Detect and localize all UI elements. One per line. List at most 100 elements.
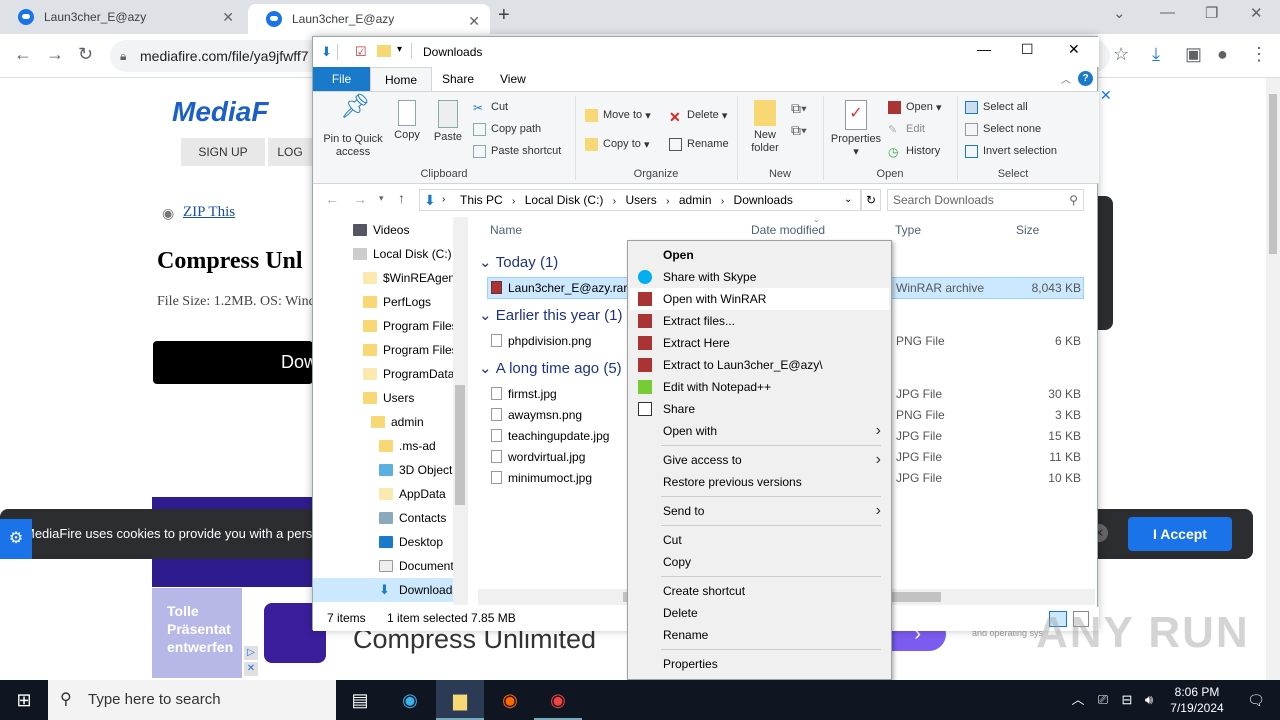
column-size[interactable]: Size bbox=[1016, 223, 1039, 237]
menu-item-restore-versions[interactable]: Restore previous versions bbox=[630, 471, 889, 493]
recent-locations-icon[interactable]: ▾ bbox=[379, 193, 384, 204]
back-icon[interactable]: ← bbox=[14, 44, 32, 65]
edge-icon[interactable]: ◉ bbox=[386, 680, 434, 720]
menu-item-extract-to[interactable]: Extract to Laun3cher_E@azy\ bbox=[630, 354, 889, 376]
collapse-ribbon-icon[interactable]: ︿ bbox=[1061, 71, 1071, 86]
explorer-search-input[interactable]: Search Downloads ⚲ bbox=[887, 189, 1084, 211]
menu-item-open-winrar[interactable]: Open with WinRAR bbox=[630, 288, 889, 310]
nav-item-downloads[interactable]: ⬇ Downloads bbox=[313, 578, 458, 602]
column-type[interactable]: Type bbox=[895, 223, 921, 237]
new-tab-icon[interactable]: + bbox=[498, 4, 510, 27]
bookmark-star-icon[interactable]: ☆ bbox=[1113, 44, 1129, 65]
maximize-icon[interactable]: ☐ bbox=[1021, 41, 1034, 58]
ribbon-tab-file[interactable]: File bbox=[313, 67, 370, 91]
ribbon-tab-share[interactable]: Share bbox=[428, 67, 488, 91]
delete-button[interactable]: ✕ Delete ▾ bbox=[669, 106, 727, 125]
open-button[interactable]: Open ▾ bbox=[888, 98, 942, 116]
ribbon-tab-home[interactable]: Home bbox=[370, 67, 433, 92]
nav-item-videos[interactable]: Videos bbox=[353, 218, 409, 242]
file-row-name[interactable]: teachingupdate.jpg bbox=[491, 425, 609, 446]
nav-item-ms-ad[interactable]: .ms-ad bbox=[379, 434, 436, 458]
file-row-name[interactable]: Laun3cher_E@azy.rar bbox=[491, 277, 627, 298]
file-row-name[interactable]: wordvirtual.jpg bbox=[491, 446, 585, 467]
nav-pane-scrollbar[interactable] bbox=[453, 217, 468, 605]
group-header-earlier[interactable]: ⌄ Earlier this year (1) bbox=[479, 306, 622, 324]
invert-selection-button[interactable]: Invert selection bbox=[965, 142, 1057, 160]
nav-item-program-files[interactable]: Program Files bbox=[363, 314, 458, 338]
network-icon[interactable]: ⎚ bbox=[1090, 680, 1116, 720]
menu-item-send-to[interactable]: Send to › bbox=[630, 500, 889, 522]
pin-quick-access-button[interactable]: 📌︎ Pin to Quick access bbox=[318, 95, 388, 159]
restore-icon[interactable]: ❐ bbox=[1205, 4, 1218, 22]
ad-close-icon[interactable]: ✕ bbox=[244, 662, 258, 676]
nav-item-3d-objects[interactable]: 3D Objects bbox=[379, 458, 458, 482]
properties-button[interactable]: ✓ Properties ▾ bbox=[828, 100, 884, 159]
select-none-button[interactable]: Select none bbox=[965, 120, 1041, 138]
tab-search-icon[interactable]: ⌄ bbox=[1113, 4, 1126, 22]
copy-to-button[interactable]: Copy to ▾ bbox=[585, 135, 650, 153]
ribbon-tab-view[interactable]: View bbox=[486, 67, 540, 91]
ad-choices-icon[interactable]: ▷ bbox=[244, 646, 258, 660]
minimize-icon[interactable]: — bbox=[1160, 4, 1175, 21]
download-button[interactable]: Dow bbox=[153, 341, 317, 384]
new-folder-button[interactable]: New folder bbox=[745, 100, 785, 155]
copy-button[interactable]: Copy bbox=[391, 100, 423, 142]
easy-access-icon[interactable]: ⧉▾ bbox=[791, 122, 807, 139]
menu-item-edit-notepad[interactable]: Edit with Notepad++ bbox=[630, 376, 889, 398]
group-header-long-ago[interactable]: ⌄ A long time ago (5) bbox=[479, 359, 622, 377]
group-header-today[interactable]: ⌄ Today (1) bbox=[479, 253, 558, 271]
nav-item-local-disk[interactable]: Local Disk (C:) bbox=[353, 242, 452, 266]
login-link[interactable]: LOG bbox=[268, 138, 312, 166]
menu-item-copy[interactable]: Copy bbox=[630, 551, 889, 573]
close-window-icon[interactable]: ✕ bbox=[1250, 4, 1263, 22]
close-icon[interactable]: ✕ bbox=[1068, 41, 1080, 58]
nav-item-contacts[interactable]: Contacts bbox=[379, 506, 446, 530]
clock[interactable]: 8:06 PM 7/19/2024 bbox=[1162, 684, 1232, 716]
help-icon[interactable]: ? bbox=[1078, 71, 1093, 86]
nav-item-programdata[interactable]: ProgramData bbox=[363, 362, 454, 386]
firefox-icon[interactable]: ◉ bbox=[486, 680, 534, 720]
cookie-settings-icon[interactable]: ⚙ bbox=[0, 519, 32, 559]
quick-access-download-icon[interactable]: ⬇ bbox=[321, 44, 332, 60]
copy-path-button[interactable]: Copy path bbox=[473, 120, 541, 138]
menu-item-share-skype[interactable]: Share with Skype bbox=[630, 266, 889, 288]
breadcrumb-admin[interactable]: admin bbox=[679, 193, 712, 207]
new-item-icon[interactable]: ⧉▾ bbox=[791, 100, 807, 117]
menu-icon[interactable]: ⋮ bbox=[1250, 44, 1268, 65]
file-row-name[interactable]: phpdivision.png bbox=[491, 330, 591, 351]
chrome-icon[interactable]: ◉ bbox=[534, 680, 582, 720]
up-icon[interactable]: ↑ bbox=[398, 190, 405, 206]
column-date-modified[interactable]: Date modified bbox=[751, 223, 825, 237]
menu-item-create-shortcut[interactable]: Create shortcut bbox=[630, 580, 889, 602]
menu-item-give-access[interactable]: Give access to › bbox=[630, 449, 889, 471]
move-to-button[interactable]: Move to ▾ bbox=[585, 106, 651, 124]
volume-icon[interactable]: 🔊︎ bbox=[1136, 680, 1162, 720]
forward-icon[interactable]: → bbox=[353, 191, 367, 207]
refresh-icon[interactable]: ↻ bbox=[861, 189, 881, 211]
menu-item-open-with[interactable]: Open with › bbox=[630, 420, 889, 442]
nav-item-program-files-x86[interactable]: Program Files bbox=[363, 338, 458, 362]
breadcrumb-this-pc[interactable]: This PC bbox=[460, 193, 503, 207]
menu-item-cut[interactable]: Cut bbox=[630, 529, 889, 551]
notification-icon[interactable]: 🗨︎ bbox=[1232, 680, 1280, 720]
taskbar-search-input[interactable]: ⚲ Type here to search bbox=[48, 680, 336, 720]
close-tab-icon[interactable]: ✕ bbox=[468, 13, 480, 30]
download-icon[interactable]: ⤓ bbox=[1152, 44, 1160, 65]
menu-item-share[interactable]: Share bbox=[630, 398, 889, 420]
start-windows-icon[interactable]: ⊞ bbox=[0, 680, 48, 720]
close-tab-icon[interactable]: ✕ bbox=[222, 9, 234, 26]
nav-item-perflogs[interactable]: PerfLogs bbox=[363, 290, 431, 314]
select-all-button[interactable]: Select all bbox=[965, 98, 1028, 116]
minimize-icon[interactable]: — bbox=[977, 41, 991, 57]
file-explorer-taskbar-icon[interactable]: ▆ bbox=[436, 680, 484, 720]
menu-item-extract-here[interactable]: Extract Here bbox=[630, 332, 889, 354]
breadcrumb-users[interactable]: Users bbox=[625, 193, 656, 207]
explorer-address-bar[interactable]: ⬇ › This PC › Local Disk (C:) › Users › … bbox=[419, 189, 861, 211]
back-icon[interactable]: ← bbox=[325, 191, 339, 207]
page-scrollbar[interactable] bbox=[1266, 78, 1280, 680]
tray-overflow-icon[interactable]: ︿ bbox=[1064, 680, 1092, 720]
ad-left-text[interactable]: Tolle Präsentat entwerfen bbox=[152, 588, 242, 678]
file-row-name[interactable]: firmst.jpg bbox=[491, 383, 557, 404]
file-row-name[interactable]: awaymsn.png bbox=[491, 404, 582, 425]
nav-item-documents[interactable]: Documents bbox=[379, 554, 460, 578]
